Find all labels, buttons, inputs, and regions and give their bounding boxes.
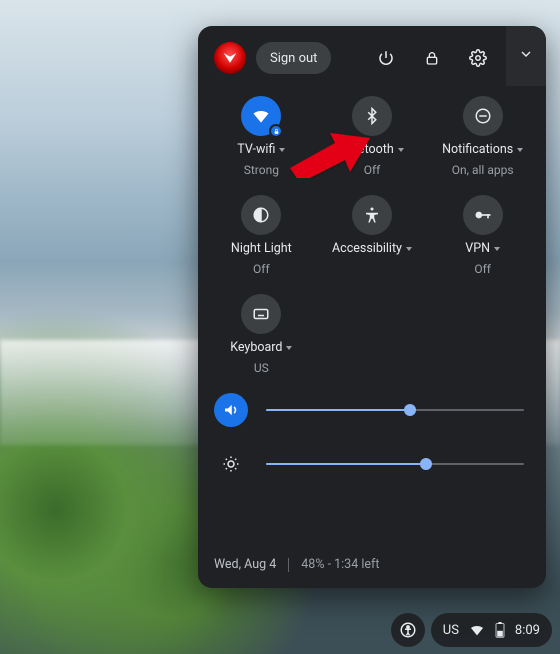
- tile-label: Night Light: [231, 241, 292, 256]
- brightness-row: [214, 447, 524, 481]
- power-button[interactable]: [368, 40, 404, 76]
- tile-keyboard[interactable]: Keyboard US: [206, 294, 317, 375]
- clock: 8:09: [515, 623, 540, 638]
- ime-indicator: US: [443, 623, 459, 638]
- avatar[interactable]: [214, 42, 246, 74]
- tile-sub: Off: [253, 262, 270, 276]
- volume-button[interactable]: [214, 393, 248, 427]
- wifi-icon: [469, 622, 485, 638]
- caret-icon: [279, 148, 285, 152]
- battery-icon: [495, 622, 505, 638]
- sign-out-button[interactable]: Sign out: [256, 42, 331, 74]
- tiles-grid: TV-wifi Strong Bluetooth Off Notificatio…: [198, 86, 546, 375]
- lock-button[interactable]: [414, 40, 450, 76]
- tile-sub: Off: [364, 163, 381, 177]
- vpn-key-icon: [463, 195, 503, 235]
- tile-label: TV-wifi: [237, 142, 275, 157]
- tile-label: Bluetooth: [340, 142, 394, 157]
- panel-header: Sign out: [198, 26, 546, 86]
- brightness-slider[interactable]: [266, 463, 524, 465]
- lock-icon: [424, 50, 440, 66]
- footer-date: Wed, Aug 4: [214, 557, 276, 572]
- tile-vpn[interactable]: VPN Off: [427, 195, 538, 276]
- tile-label: Keyboard: [230, 340, 282, 355]
- tile-notifications[interactable]: Notifications On, all apps: [427, 96, 538, 177]
- tile-wifi[interactable]: TV-wifi Strong: [206, 96, 317, 177]
- tile-label: Accessibility: [332, 241, 402, 256]
- status-area[interactable]: US 8:09: [431, 613, 552, 647]
- collapse-toggle[interactable]: [506, 26, 546, 86]
- brightness-button[interactable]: [214, 447, 248, 481]
- dnd-icon: [463, 96, 503, 136]
- caret-icon: [398, 148, 404, 152]
- keyboard-icon: [241, 294, 281, 334]
- shelf: US 8:09: [0, 606, 560, 654]
- panel-footer: Wed, Aug 4 48% - 1:34 left: [198, 547, 546, 588]
- settings-button[interactable]: [460, 40, 496, 76]
- sliders: [198, 375, 546, 489]
- wifi-icon: [241, 96, 281, 136]
- tile-sub: US: [254, 361, 269, 375]
- tile-accessibility[interactable]: Accessibility: [317, 195, 428, 276]
- volume-slider[interactable]: [266, 409, 524, 411]
- chevron-down-icon: [518, 46, 534, 62]
- volume-icon: [222, 401, 240, 419]
- tile-sub: Strong: [244, 163, 279, 177]
- caret-icon: [406, 247, 412, 251]
- accessibility-icon: [352, 195, 392, 235]
- tile-sub: On, all apps: [452, 163, 514, 177]
- footer-battery: 48% - 1:34 left: [301, 557, 379, 572]
- wifi-lock-badge-icon: [269, 124, 283, 138]
- shelf-accessibility-button[interactable]: [391, 613, 425, 647]
- tile-sub: Off: [474, 262, 491, 276]
- caret-icon: [494, 247, 500, 251]
- bluetooth-icon: [352, 96, 392, 136]
- night-light-icon: [241, 195, 281, 235]
- gear-icon: [469, 49, 487, 67]
- caret-icon: [286, 346, 292, 350]
- tile-label: VPN: [465, 241, 490, 256]
- power-icon: [377, 49, 395, 67]
- tile-night-light[interactable]: Night Light Off: [206, 195, 317, 276]
- caret-icon: [517, 148, 523, 152]
- accessibility-icon: [399, 621, 417, 639]
- quick-settings-panel: Sign out: [198, 26, 546, 588]
- tile-label: Notifications: [442, 142, 513, 157]
- volume-row: [214, 393, 524, 427]
- divider: [288, 558, 289, 572]
- brightness-icon: [222, 455, 240, 473]
- tile-bluetooth[interactable]: Bluetooth Off: [317, 96, 428, 177]
